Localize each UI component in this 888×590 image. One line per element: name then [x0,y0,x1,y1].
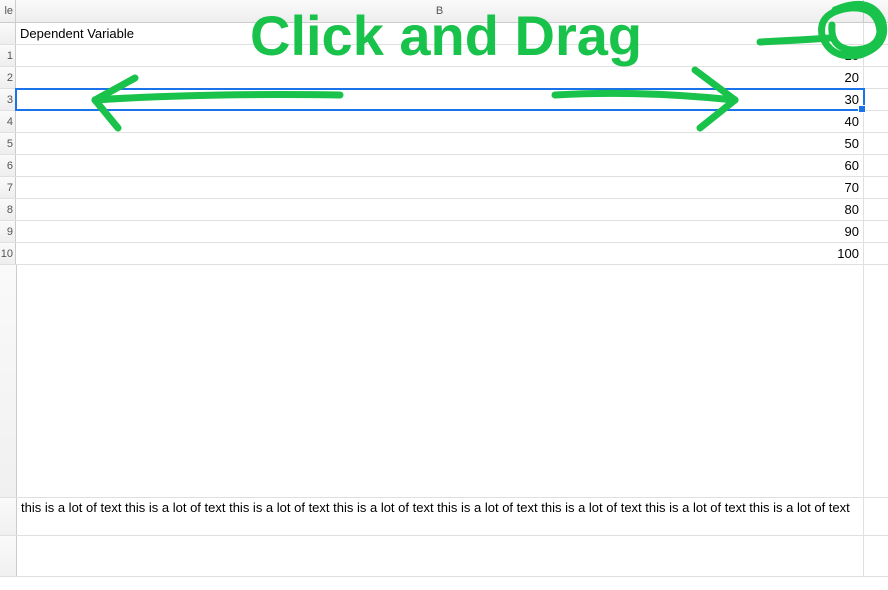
table-row: 4 40 [0,111,888,133]
cell-b[interactable]: 40 [16,111,864,132]
cell-value: 30 [845,92,859,107]
table-row: 5 50 [0,133,888,155]
cell-value: 40 [845,114,859,129]
table-row: 1 10 [0,45,888,67]
row-header[interactable]: 8 [0,199,16,220]
cell-c[interactable] [864,133,888,154]
cell-b-filler[interactable] [17,536,864,576]
cell-b-selected[interactable]: 30 [16,89,864,110]
cell-b-header[interactable]: Dependent Variable [16,23,864,44]
table-row: 7 70 [0,177,888,199]
row-header[interactable]: 6 [0,155,16,176]
table-row-filler [0,536,888,577]
row-header[interactable]: 3 [0,89,16,110]
column-header-b[interactable]: B [16,0,864,22]
cell-c[interactable] [864,221,888,242]
cell-c[interactable] [864,111,888,132]
cell-c[interactable] [864,536,888,576]
row-header-filler[interactable] [0,536,17,576]
row-header-longtext[interactable] [0,498,17,535]
row-header[interactable]: 5 [0,133,16,154]
cell-c[interactable] [864,265,888,497]
row-header[interactable]: 10 [0,243,16,264]
table-row-selected: 3 30 [0,89,888,111]
cell-c[interactable] [864,155,888,176]
row-header[interactable]: 1 [0,45,16,66]
selection-fill-handle[interactable] [858,105,866,113]
cell-value: 100 [837,246,859,261]
column-header-row: le B [0,0,888,23]
column-header-a-partial[interactable]: le [0,0,16,22]
cell-c[interactable] [864,67,888,88]
cell-b[interactable]: 10 [16,45,864,66]
cell-b[interactable]: 90 [16,221,864,242]
table-row-longtext: this is a lot of text this is a lot of t… [0,498,888,536]
cell-value: 90 [845,224,859,239]
table-row: 6 60 [0,155,888,177]
table-row-tall-blank [0,265,888,498]
cell-b[interactable]: 20 [16,67,864,88]
cell-b-header-text: Dependent Variable [20,26,134,41]
row-header[interactable]: 4 [0,111,16,132]
cell-c[interactable] [864,199,888,220]
cell-c[interactable] [864,89,888,110]
cell-value: 50 [845,136,859,151]
cell-b[interactable]: 60 [16,155,864,176]
column-header-c-partial[interactable] [864,0,888,22]
cell-c[interactable] [864,45,888,66]
cell-b[interactable]: 70 [16,177,864,198]
row-header[interactable]: 9 [0,221,16,242]
cell-value: 60 [845,158,859,173]
cell-b[interactable]: 50 [16,133,864,154]
spreadsheet-grid: Dependent Variable 1 10 2 20 3 30 4 40 5… [0,23,888,577]
cell-b[interactable]: 100 [16,243,864,264]
table-row: 10 100 [0,243,888,265]
cell-c[interactable] [864,498,888,535]
column-header-b-label: B [436,5,443,17]
row-header-tall[interactable] [0,265,17,497]
row-header[interactable]: 7 [0,177,16,198]
row-header[interactable]: 2 [0,67,16,88]
table-row: 2 20 [0,67,888,89]
cell-value: 70 [845,180,859,195]
cell-c[interactable] [864,177,888,198]
cell-value: 20 [845,70,859,85]
cell-b-longtext[interactable]: this is a lot of text this is a lot of t… [17,498,864,535]
cell-b-tall-blank[interactable] [17,265,864,497]
cell-value: 80 [845,202,859,217]
table-row: 8 80 [0,199,888,221]
cell-value: 10 [845,48,859,63]
long-text-value: this is a lot of text this is a lot of t… [21,500,850,516]
cell-c-header[interactable] [864,23,888,44]
table-row: 9 90 [0,221,888,243]
grid-header-row: Dependent Variable [0,23,888,45]
cell-c[interactable] [864,243,888,264]
row-header-blank[interactable] [0,23,16,44]
cell-b[interactable]: 80 [16,199,864,220]
